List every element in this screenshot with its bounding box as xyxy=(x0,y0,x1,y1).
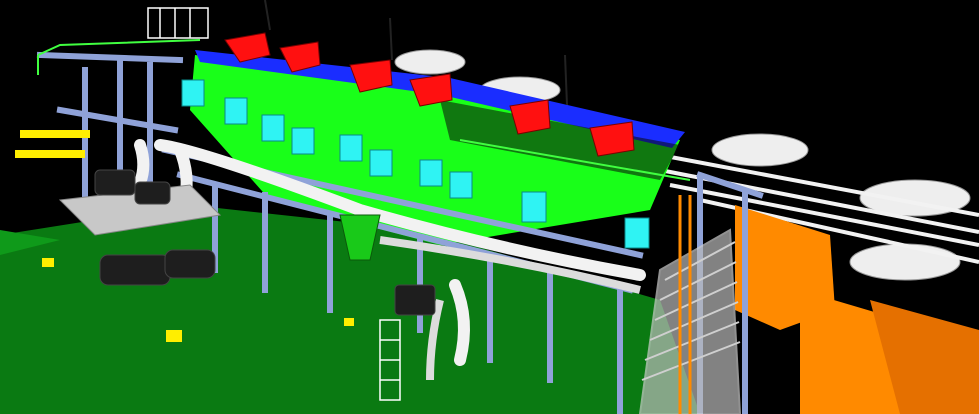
plant-3d-render xyxy=(0,0,979,414)
